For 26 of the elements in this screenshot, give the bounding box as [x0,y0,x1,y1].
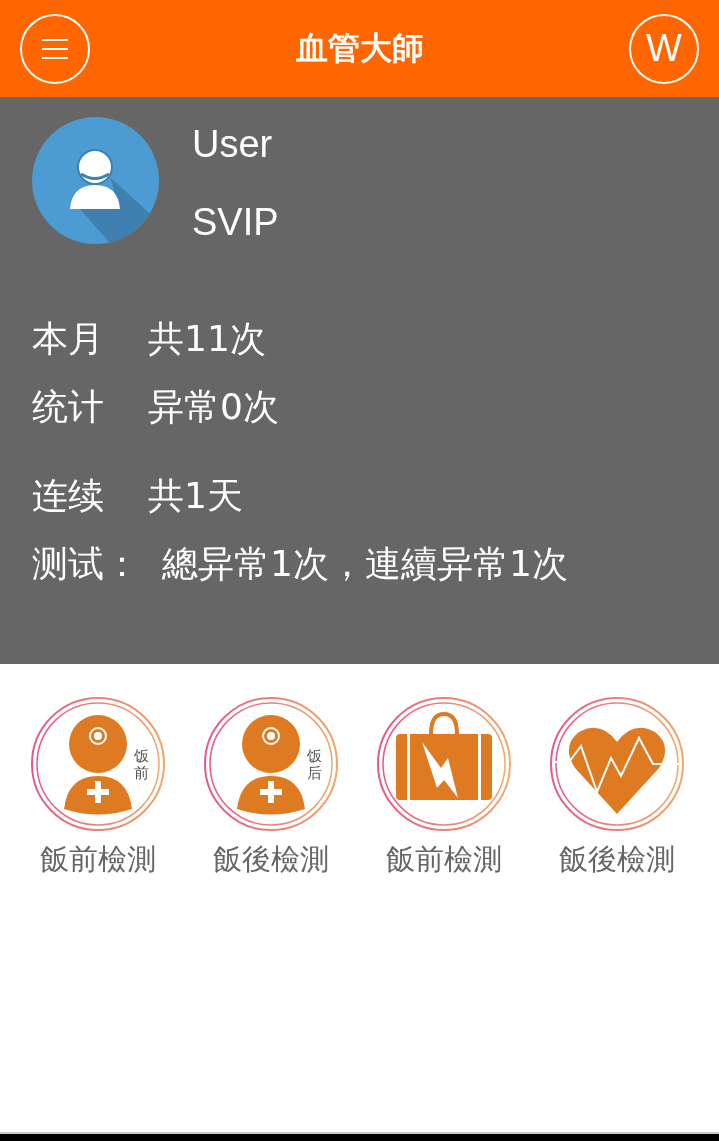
stat-value: 共1天 [148,474,243,518]
profile-button[interactable]: W [629,13,699,84]
test-tile[interactable]: 饭后 飯後檢測 [203,696,339,880]
meal-time-label: 饭后 [307,748,322,781]
stat-value: 總异常1次，連續异常1次 [162,542,568,586]
ring-icon [204,697,338,831]
stat-label: 连续 [32,474,105,518]
ring-icon [377,697,511,831]
ring-icon [31,697,165,831]
test-tile[interactable]: 饭前 飯前檢測 [30,696,166,880]
test-tile[interactable]: 飯前檢測 [376,696,512,880]
ring-icon [550,697,684,831]
stat-value: 共11次 [148,317,266,361]
stat-label: 统计 [32,385,105,429]
heart-pulse-icon [552,727,682,814]
user-name: User [192,122,274,167]
menu-icon [42,38,68,59]
stat-label: 本月 [32,317,105,361]
meal-time-label: 饭前 [134,748,149,781]
stat-value: 异常0次 [148,385,279,429]
stat-label: 测试： [32,542,140,586]
app-title: 血管大師 [295,27,424,69]
test-tile[interactable]: 飯後檢測 [549,696,685,880]
menu-button[interactable] [20,13,90,84]
briefcase-icon [396,712,492,800]
member-level: SVIP [192,200,279,245]
